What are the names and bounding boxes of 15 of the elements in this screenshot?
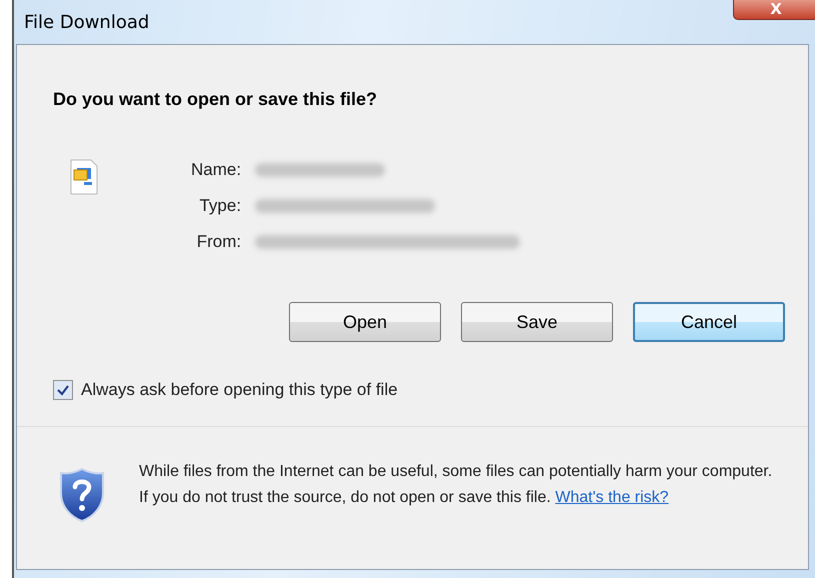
shield-icon [59,467,105,523]
field-label: Name: [191,159,242,181]
file-icon [69,158,99,196]
checkmark-icon [56,383,70,397]
field-label: From: [196,231,242,253]
window-title: File Download [24,12,150,32]
dialog-heading: Do you want to open or save this file? [53,89,378,110]
warning-text: While files from the Internet can be useful, some files can potentially harm your computer. If you do not trust the source, do not open or save this file. What's the risk? [139,462,774,508]
open-button[interactable]: Open [289,302,441,342]
cancel-button[interactable]: Cancel [633,302,785,342]
checkbox-label: Always ask before opening this type of file [81,380,398,400]
field-label: Type: [198,195,242,217]
save-button[interactable]: Save [461,302,613,342]
risk-link[interactable]: What's the risk? [555,489,669,506]
checkbox[interactable] [53,380,73,400]
